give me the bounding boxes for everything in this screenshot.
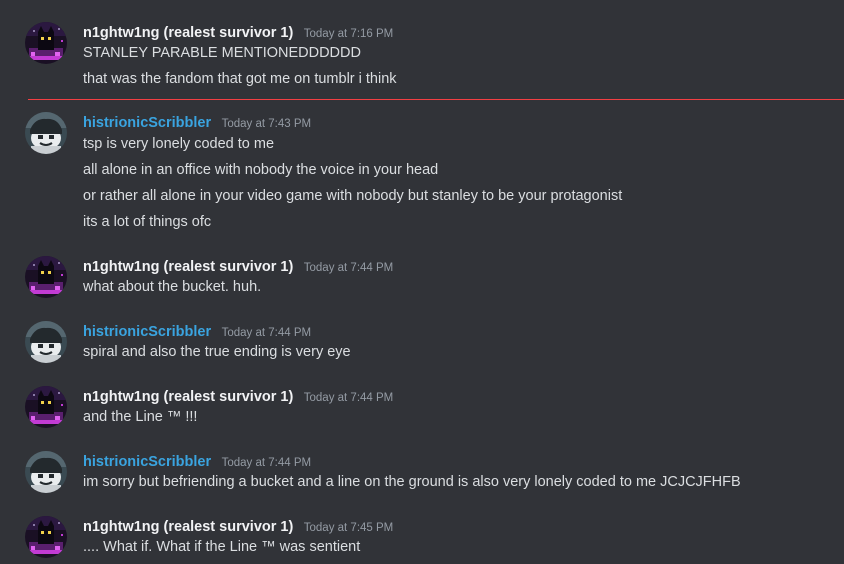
avatar[interactable]: [25, 22, 67, 64]
message-header: histrionicScribbler Today at 7:43 PM: [83, 112, 311, 134]
timestamp[interactable]: Today at 7:44 PM: [222, 457, 312, 469]
monochrome-face-avatar-icon: [25, 112, 67, 154]
message-text: or rather all alone in your video game w…: [83, 188, 623, 204]
avatar[interactable]: [25, 321, 67, 363]
monochrome-face-avatar-icon: [25, 321, 67, 363]
purple-pixel-cat-avatar-icon: [25, 386, 67, 428]
message-header: n1ghtw1ng (realest survivor 1) Today at …: [83, 386, 393, 408]
username[interactable]: histrionicScribbler: [83, 115, 211, 131]
message-text: all alone in an office with nobody the v…: [83, 162, 439, 178]
message-text: and the Line ™ !!!: [83, 409, 198, 425]
new-messages-divider: [28, 99, 844, 100]
username[interactable]: n1ghtw1ng (realest survivor 1): [83, 259, 293, 275]
message-text: spiral and also the true ending is very …: [83, 344, 351, 360]
timestamp[interactable]: Today at 7:44 PM: [304, 392, 394, 404]
message-header: histrionicScribbler Today at 7:44 PM: [83, 321, 311, 343]
message-header: n1ghtw1ng (realest survivor 1) Today at …: [83, 22, 393, 44]
timestamp[interactable]: Today at 7:16 PM: [304, 28, 394, 40]
message-list: n1ghtw1ng (realest survivor 1) Today at …: [0, 0, 844, 564]
avatar[interactable]: [25, 451, 67, 493]
timestamp[interactable]: Today at 7:43 PM: [222, 118, 312, 130]
avatar[interactable]: [25, 386, 67, 428]
username[interactable]: histrionicScribbler: [83, 454, 211, 470]
purple-pixel-cat-avatar-icon: [25, 256, 67, 298]
message-header: histrionicScribbler Today at 7:44 PM: [83, 451, 311, 473]
monochrome-face-avatar-icon: [25, 451, 67, 493]
message-text: what about the bucket. huh.: [83, 279, 262, 295]
username[interactable]: n1ghtw1ng (realest survivor 1): [83, 25, 293, 41]
avatar[interactable]: [25, 112, 67, 154]
username[interactable]: histrionicScribbler: [83, 324, 211, 340]
message-text: that was the fandom that got me on tumbl…: [83, 71, 397, 87]
message-text: im sorry but befriending a bucket and a …: [83, 474, 741, 490]
message-text: tsp is very lonely coded to me: [83, 136, 275, 152]
message-header: n1ghtw1ng (realest survivor 1) Today at …: [83, 516, 393, 538]
username[interactable]: n1ghtw1ng (realest survivor 1): [83, 389, 293, 405]
timestamp[interactable]: Today at 7:45 PM: [304, 522, 394, 534]
timestamp[interactable]: Today at 7:44 PM: [304, 262, 394, 274]
avatar[interactable]: [25, 516, 67, 558]
username[interactable]: n1ghtw1ng (realest survivor 1): [83, 519, 293, 535]
purple-pixel-cat-avatar-icon: [25, 516, 67, 558]
message-text: its a lot of things ofc: [83, 214, 212, 230]
avatar[interactable]: [25, 256, 67, 298]
timestamp[interactable]: Today at 7:44 PM: [222, 327, 312, 339]
message-text: STANLEY PARABLE MENTIONEDDDDDD: [83, 45, 361, 61]
purple-pixel-cat-avatar-icon: [25, 22, 67, 64]
message-header: n1ghtw1ng (realest survivor 1) Today at …: [83, 256, 393, 278]
message-text: .... What if. What if the Line ™ was sen…: [83, 539, 361, 555]
